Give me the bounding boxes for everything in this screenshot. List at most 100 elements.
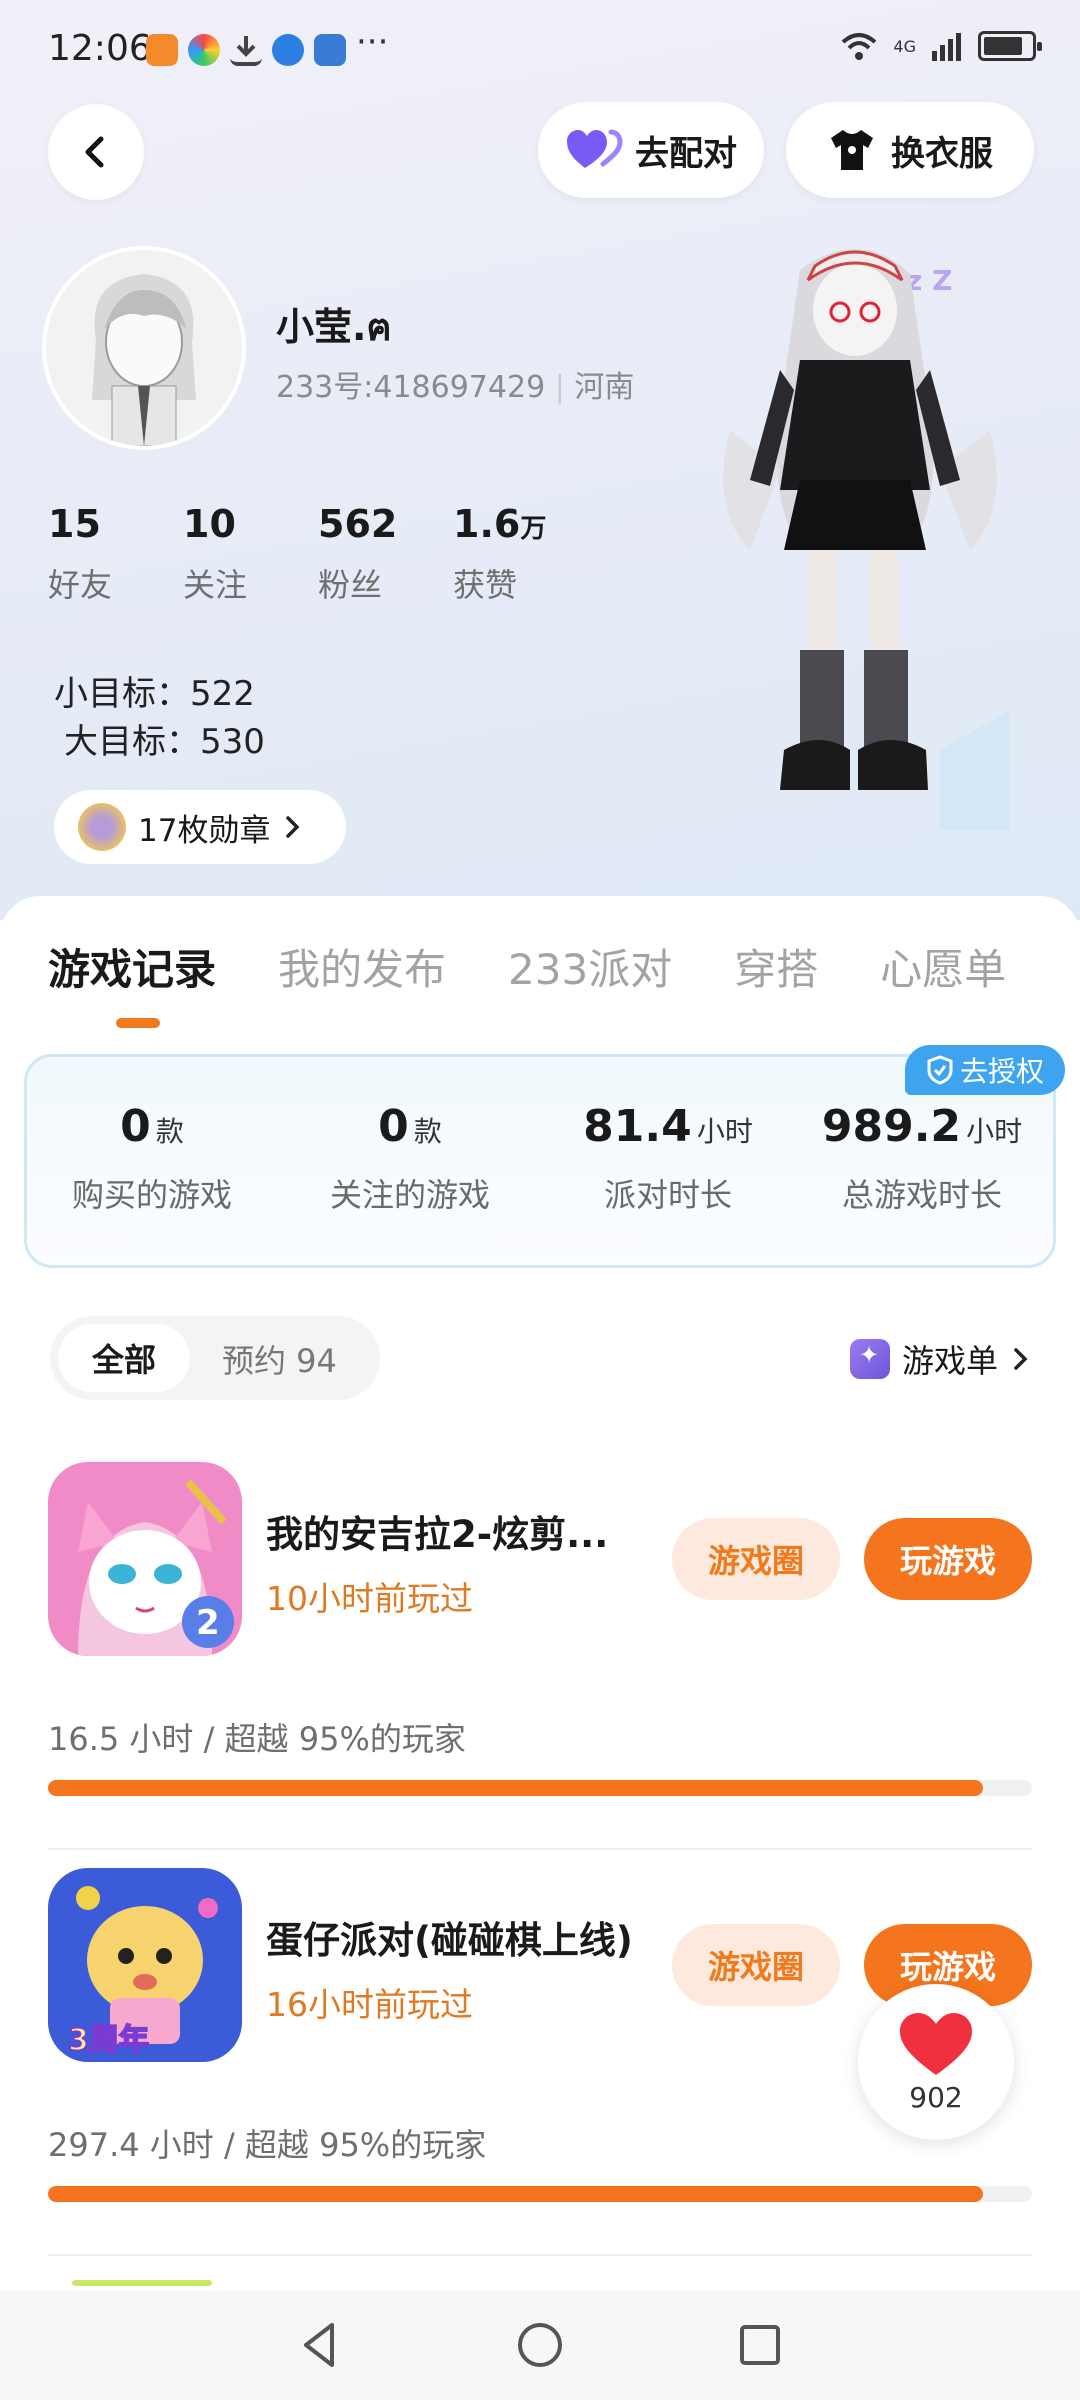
summary-purchased[interactable]: 0 款 购买的游戏 — [27, 1101, 277, 1216]
summary-party-time[interactable]: 81.4 小时 派对时长 — [543, 1101, 793, 1216]
medals-button[interactable]: 17枚勋章 — [54, 790, 346, 864]
game-filter-toggle: 全部 预约 94 — [50, 1316, 380, 1400]
game-title: 我的安吉拉2-炫剪... — [266, 1513, 609, 1556]
filter-all[interactable]: 全部 — [58, 1324, 190, 1392]
system-navigation-bar — [0, 2290, 1080, 2400]
user-name: 小莹.ฅ — [276, 305, 392, 349]
stat-unit: 万 — [520, 514, 547, 544]
stat-friends[interactable]: 15 好友 — [48, 502, 183, 606]
game-progress-fill — [48, 2186, 983, 2202]
heart-icon — [900, 2012, 972, 2075]
authorize-button[interactable]: 去授权 — [905, 1045, 1065, 1095]
summary-label: 购买的游戏 — [71, 1176, 232, 1214]
app-notification-icon — [314, 34, 346, 66]
outfit-label: 换衣服 — [891, 133, 993, 174]
tab-game-records[interactable]: 游戏记录 — [48, 936, 216, 997]
active-tab-indicator — [116, 1018, 160, 1028]
filter-reserved[interactable]: 预约 94 — [222, 1336, 337, 1382]
back-triangle-icon[interactable] — [294, 2319, 346, 2371]
summary-value: 81.4 — [583, 1101, 692, 1152]
tab-233-party[interactable]: 233派对 — [508, 936, 672, 997]
stat-label: 好友 — [48, 566, 113, 604]
game-icon-eggy-party[interactable]: 3周年 — [48, 1868, 242, 2062]
game-list-link[interactable]: 游戏单 — [849, 1336, 1030, 1382]
summary-unit: 小时 — [966, 1115, 1023, 1148]
stat-likes[interactable]: 1.6万 获赞 — [453, 502, 588, 606]
summary-value: 0 — [378, 1101, 409, 1152]
stat-value: 1.6 — [453, 502, 521, 546]
avatar-illustration — [46, 250, 242, 446]
app-notification-icon — [146, 34, 178, 66]
status-time: 12:06 — [48, 28, 152, 69]
signal-icon — [932, 33, 961, 61]
summary-label: 总游戏时长 — [841, 1176, 1002, 1214]
wifi-icon — [842, 33, 877, 60]
tab-my-posts[interactable]: 我的发布 — [278, 936, 446, 997]
heart-pair-icon — [567, 129, 623, 168]
game-last-played: 16小时前玩过 — [266, 1985, 473, 2024]
uid-separator: | — [554, 370, 565, 405]
back-button[interactable] — [48, 104, 144, 200]
summary-total-time[interactable]: 989.2 小时 总游戏时长 — [797, 1101, 1047, 1216]
medal-icon — [78, 803, 126, 851]
profile-stats: 15 好友 10 关注 562 粉丝 1.6万 获赞 — [48, 502, 588, 606]
app-notification-icon — [188, 34, 220, 66]
battery-icon — [978, 31, 1042, 61]
pair-button[interactable]: 去配对 — [538, 102, 764, 198]
big-goal: 大目标：530 — [64, 722, 265, 762]
avatar[interactable] — [42, 246, 246, 450]
download-icon — [230, 34, 262, 66]
tab-wishlist[interactable]: 心愿单 — [880, 936, 1006, 997]
summary-label: 派对时长 — [603, 1176, 732, 1214]
summary-unit: 小时 — [696, 1115, 753, 1148]
like-count: 902 — [909, 2080, 963, 2114]
game-icon-angela[interactable]: 2 — [48, 1462, 242, 1656]
game-playtime-stat: 297.4 小时 / 超越 95%的玩家 — [48, 2126, 487, 2164]
status-bar: 12:06 ··· 4G — [0, 0, 1080, 100]
home-circle-icon[interactable] — [514, 2319, 566, 2371]
stat-label: 获赞 — [453, 566, 518, 604]
game-circle-button[interactable]: 游戏圈 — [672, 1924, 840, 2006]
notification-icons — [146, 34, 346, 66]
play-game-button[interactable]: 玩游戏 — [864, 1518, 1032, 1600]
chevron-left-icon — [85, 136, 104, 168]
medals-label: 17枚勋章 — [138, 812, 271, 849]
status-right: 4G — [839, 30, 1042, 62]
summary-label: 关注的游戏 — [329, 1176, 490, 1214]
more-notifications-icon: ··· — [356, 22, 389, 62]
summary-value: 0 — [120, 1101, 151, 1152]
game-title: 蛋仔派对(碰碰棋上线) — [266, 1919, 633, 1962]
stat-value: 562 — [318, 502, 398, 546]
game-playtime-stat: 16.5 小时 / 超越 95%的玩家 — [48, 1720, 466, 1758]
shield-check-icon — [927, 1055, 953, 1085]
summary-unit: 款 — [413, 1115, 442, 1148]
tshirt-icon — [831, 130, 873, 170]
like-floating-button[interactable]: 902 — [858, 1984, 1014, 2140]
change-outfit-button[interactable]: 换衣服 — [786, 102, 1034, 198]
network-type: 4G — [893, 36, 916, 56]
user-id: 233号:418697429 — [276, 370, 546, 405]
sparkle-icon — [849, 1339, 890, 1379]
game-progress-bar — [48, 1780, 1032, 1796]
game-progress-bar — [48, 2186, 1032, 2202]
profile-tabs: 游戏记录 我的发布 233派对 穿搭 心愿单 — [48, 936, 1068, 997]
chevron-right-icon — [286, 816, 300, 838]
game-list-label: 游戏单 — [901, 1342, 998, 1380]
stat-fans[interactable]: 562 粉丝 — [318, 502, 453, 606]
summary-followed[interactable]: 0 款 关注的游戏 — [285, 1101, 535, 1216]
game-summary-panel: 去授权 0 款 购买的游戏 0 款 关注的游戏 81.4 小时 派对时长 989… — [24, 1045, 1065, 1268]
pair-label: 去配对 — [635, 133, 737, 174]
game-progress-fill — [48, 1780, 983, 1796]
recents-square-icon[interactable] — [734, 2319, 786, 2371]
summary-value: 989.2 — [821, 1101, 962, 1152]
game-circle-button[interactable]: 游戏圈 — [672, 1518, 840, 1600]
stat-label: 关注 — [183, 566, 248, 604]
summary-unit: 款 — [155, 1115, 184, 1148]
small-goal: 小目标：522 — [54, 674, 255, 714]
stat-value: 15 — [48, 502, 101, 546]
tab-outfits[interactable]: 穿搭 — [734, 936, 818, 997]
stat-following[interactable]: 10 关注 — [183, 502, 318, 606]
svg-text:3周年: 3周年 — [68, 2023, 149, 2058]
stat-label: 粉丝 — [318, 566, 383, 604]
user-location: 河南 — [574, 370, 635, 405]
